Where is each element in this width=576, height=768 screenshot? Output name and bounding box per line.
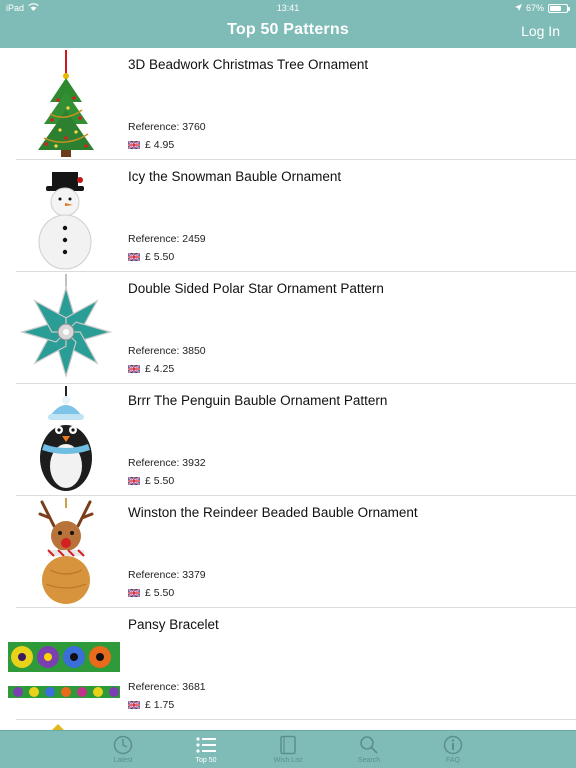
list-item[interactable]: 3D Beadwork Christmas Tree Ornament Refe… (0, 48, 576, 160)
item-price-value: £ 5.50 (145, 475, 175, 487)
tab-label: Wish List (273, 757, 303, 764)
pattern-list[interactable]: 3D Beadwork Christmas Tree Ornament Refe… (0, 48, 576, 730)
battery-icon (548, 3, 570, 13)
login-button[interactable]: Log In (521, 23, 560, 39)
penguin-thumbnail (40, 386, 92, 491)
item-price-value: £ 4.25 (145, 363, 175, 375)
item-price: £ 5.50 (128, 251, 174, 263)
item-title: 3D Beadwork Christmas Tree Ornament (128, 57, 369, 72)
item-reference: Reference: 3850 (128, 345, 206, 357)
location-arrow-icon (514, 3, 522, 13)
list-item[interactable]: Brrr The Penguin Bauble Ornament Pattern… (0, 384, 576, 496)
top-bar: iPad 13:41 67% Top 50 Patterns Log In (0, 0, 576, 48)
uk-flag-icon (128, 701, 140, 709)
tab-label: Top 50 (195, 757, 217, 764)
tab-faq[interactable]: FAQ (423, 735, 483, 764)
uk-flag-icon (128, 477, 140, 485)
tab-label: Latest (113, 757, 133, 764)
search-icon (360, 736, 378, 754)
list-item[interactable]: Pansy Bracelet Reference: 3681 £ 1.75 (0, 608, 576, 720)
item-reference: Reference: 3379 (128, 569, 206, 581)
reindeer-thumbnail (38, 498, 94, 604)
uk-flag-icon (128, 589, 140, 597)
item-reference: Reference: 3760 (128, 121, 206, 133)
book-icon (280, 735, 296, 755)
list-item[interactable]: Double Sided Polar Star Ornament Pattern… (0, 272, 576, 384)
christmas-tree-thumbnail (38, 50, 94, 157)
item-price: £ 1.75 (128, 699, 174, 711)
battery-percent: 67% (525, 3, 544, 13)
status-time: 13:41 (276, 3, 300, 13)
item-reference: Reference: 2459 (128, 233, 206, 245)
polar-star-thumbnail (19, 274, 113, 379)
item-reference: Reference: 3932 (128, 457, 206, 469)
item-title: Icy the Snowman Bauble Ornament (128, 169, 342, 184)
item-title: Brrr The Penguin Bauble Ornament Pattern (128, 393, 388, 408)
info-icon (443, 735, 463, 755)
item-price: £ 5.50 (128, 475, 174, 487)
snowman-thumbnail (38, 172, 92, 270)
clock-icon (113, 735, 133, 755)
item-title: Pansy Bracelet (128, 617, 219, 632)
item-price: £ 5.50 (128, 587, 174, 599)
row-separator (16, 719, 576, 720)
item-price-value: £ 4.95 (145, 139, 175, 151)
list-item[interactable]: Icy the Snowman Bauble Ornament Referenc… (0, 160, 576, 272)
status-bar: iPad 13:41 67% (0, 0, 576, 16)
item-price-value: £ 5.50 (145, 251, 175, 263)
tab-search[interactable]: Search (339, 735, 399, 764)
uk-flag-icon (128, 253, 140, 261)
list-icon (196, 737, 216, 753)
item-price-value: £ 5.50 (145, 587, 175, 599)
item-price: £ 4.25 (128, 363, 174, 375)
uk-flag-icon (128, 141, 140, 149)
page-title: Top 50 Patterns (227, 21, 349, 38)
tab-latest[interactable]: Latest (93, 735, 153, 764)
list-item[interactable]: Winston the Reindeer Beaded Bauble Ornam… (0, 496, 576, 608)
item-price: £ 4.95 (128, 139, 174, 151)
pansy-bracelet-thumbnail (8, 642, 120, 698)
tab-label: FAQ (445, 757, 460, 764)
tab-wish-list[interactable]: Wish List (258, 735, 318, 764)
item-price-value: £ 1.75 (145, 699, 175, 711)
uk-flag-icon (128, 365, 140, 373)
tab-bar: Latest Top 50 Wish List Search FAQ (0, 730, 576, 768)
item-title: Winston the Reindeer Beaded Bauble Ornam… (128, 505, 418, 520)
item-title: Double Sided Polar Star Ornament Pattern (128, 281, 384, 296)
tab-top-50[interactable]: Top 50 (176, 735, 236, 764)
item-reference: Reference: 3681 (128, 681, 206, 693)
tab-label: Search (357, 757, 381, 764)
